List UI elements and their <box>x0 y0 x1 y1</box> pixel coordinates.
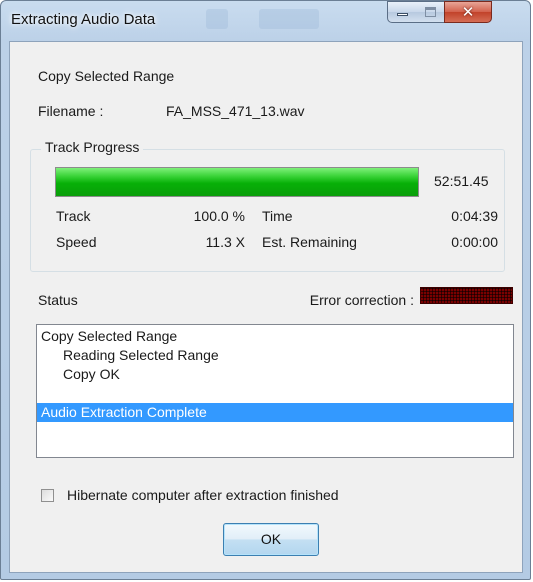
elapsed-time: 52:51.45 <box>434 173 489 189</box>
maximize-icon <box>425 7 436 17</box>
title-bar[interactable]: Extracting Audio Data ✕ <box>1 1 530 41</box>
track-progress-bar <box>55 167 419 197</box>
status-log-list[interactable]: Copy Selected Range Reading Selected Rang… <box>36 324 514 458</box>
close-button[interactable]: ✕ <box>444 1 492 23</box>
dialog-client-area: Copy Selected Range Filename : FA_MSS_47… <box>9 41 523 573</box>
minimize-icon <box>397 13 408 16</box>
filename-label: Filename : <box>38 103 104 119</box>
titlebar-glow-decoration <box>259 9 319 29</box>
status-log-item[interactable]: Reading Selected Range <box>63 346 219 365</box>
track-progress-title: Track Progress <box>41 139 144 155</box>
maximize-button[interactable] <box>416 1 445 23</box>
hibernate-label[interactable]: Hibernate computer after extraction fini… <box>67 487 339 503</box>
speed-label: Speed <box>56 234 97 250</box>
track-label: Track <box>56 208 91 224</box>
status-log-item[interactable]: Copy Selected Range <box>41 327 177 346</box>
time-label: Time <box>262 208 293 224</box>
ok-button[interactable]: OK <box>223 523 319 556</box>
track-progress-fill <box>56 168 418 196</box>
error-correction-indicator <box>420 287 513 304</box>
speed-value: 11.3 X <box>205 234 245 250</box>
filename-value: FA_MSS_471_13.wav <box>166 103 305 119</box>
window-title: Extracting Audio Data <box>11 11 156 28</box>
minimize-button[interactable] <box>387 1 417 23</box>
titlebar-glow-decoration <box>206 9 228 29</box>
status-log-item-selected[interactable]: Audio Extraction Complete <box>37 403 513 422</box>
close-icon: ✕ <box>461 3 475 21</box>
error-correction-label: Error correction : <box>309 292 414 308</box>
status-label: Status <box>38 292 78 308</box>
hibernate-checkbox[interactable] <box>41 489 54 502</box>
mode-label: Copy Selected Range <box>38 68 175 84</box>
track-value: 100.0 % <box>193 208 245 224</box>
remaining-value: 0:00:00 <box>451 234 498 250</box>
dialog-window: Extracting Audio Data ✕ Copy Selected Ra… <box>0 0 531 580</box>
status-log-item[interactable]: Copy OK <box>63 365 120 384</box>
time-value: 0:04:39 <box>451 208 498 224</box>
remaining-label: Est. Remaining <box>262 234 357 250</box>
